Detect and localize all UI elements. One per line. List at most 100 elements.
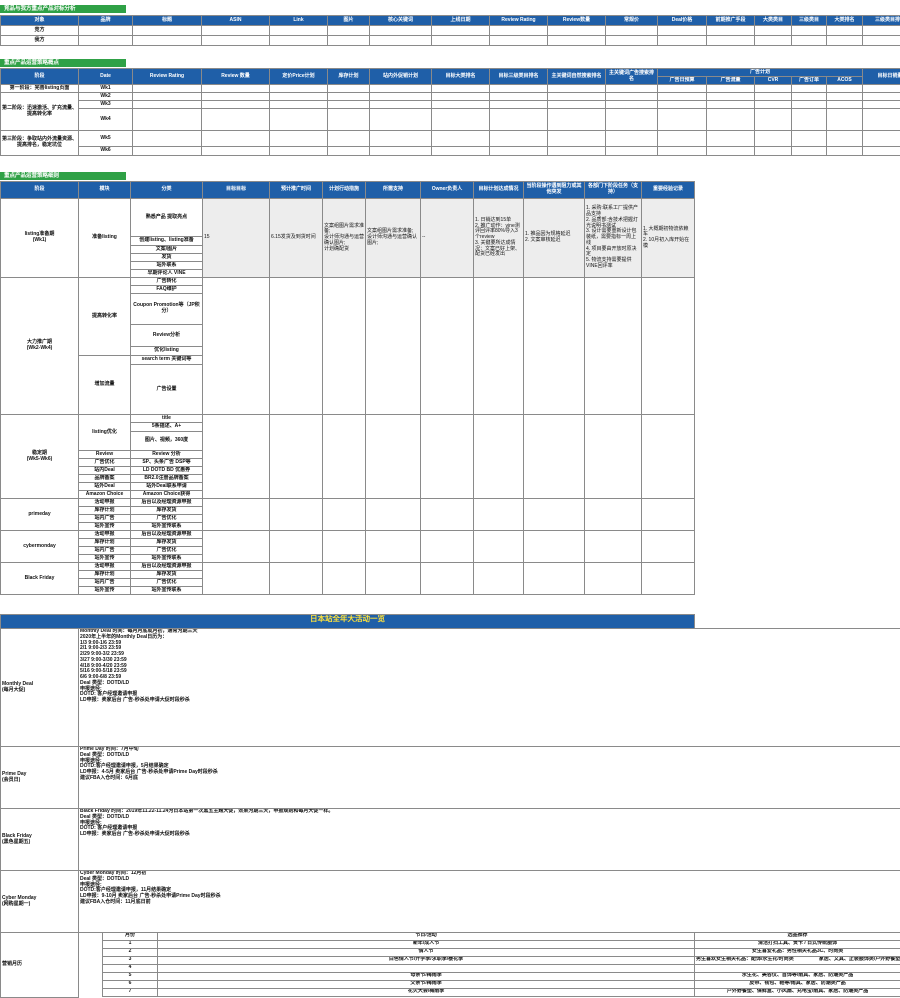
strategy-details-table: 阶段 模块 分类 目标目标 预计推广时间 计划行动措施 所需支持 Owner负责… (0, 181, 695, 595)
module-cell: 增加流量 (79, 356, 131, 415)
category-cell: search term 关键词等 (131, 356, 203, 365)
col-header: 主关键词自然搜索排名 (548, 69, 606, 85)
event-detail[interactable]: Monthly Deal 时间：每月月底或月初，通常为期三天 2020年上半年的… (79, 629, 900, 747)
col-header: Review 数量 (202, 69, 270, 85)
calendar-row: 1新年/成人节清洁打扫工具、贺卡 / 日式传统服饰 (1, 941, 900, 949)
module-cell: 活动申报 (79, 563, 131, 571)
category-cell: Amazon Choice获得 (131, 491, 203, 499)
week-cell: Wk4 (79, 109, 133, 131)
event-label: Monthly Deal (每月大促) (1, 629, 79, 747)
col-header-ad-plan: 广告计划 (658, 69, 863, 77)
col-header: 重要经验记录 (642, 182, 695, 199)
module-cell: 站外Deal (79, 483, 131, 491)
week-cell: Wk1 (79, 85, 133, 93)
col-header: 常规价 (606, 16, 658, 26)
category-cell: BR2.0注册品牌备案 (131, 475, 203, 483)
col-header: 品牌 (79, 16, 133, 26)
col-header: 目标日销量 (863, 69, 900, 85)
col-header: Review Rating (490, 16, 548, 26)
category-cell: 站外宣传联系 (131, 523, 203, 531)
section1-tab[interactable]: 竞品与我方重点产品对标分析 (0, 5, 126, 13)
category-cell: 后台以及经理资源申报 (131, 531, 203, 539)
col-header: 目标计划达成情况 (474, 182, 524, 199)
event-cell: cybermonday (1, 531, 79, 563)
month-cell: 2 (103, 949, 158, 957)
category-cell: title (131, 415, 203, 423)
phase-cell: listing准备期 (Wk1) (1, 199, 79, 278)
owner-cell[interactable]: -- (421, 199, 474, 278)
sub-header: 广告订单 (792, 77, 827, 85)
holiday-cell: 白色情人节/开学季/求职季/樱花季 (158, 957, 695, 965)
col-header: Link (270, 16, 328, 26)
event-label: Prime Day (会员日) (1, 747, 79, 809)
event-detail[interactable]: Black Friday 时间：2019年11.22-11.24为日本站第一次黑… (79, 809, 900, 871)
event-detail[interactable]: Cyber Monday 时间：12月初 Deal 类型：DOTD/LD 申报途… (79, 871, 900, 933)
module-cell: 活动申报 (79, 499, 131, 507)
sub-header: ACOS (827, 77, 863, 85)
category-cell: 5条描述、A+ (131, 423, 203, 432)
next-task-cell[interactable]: 1. 采购:联系工厂提供产品支持 2. 品质部:含技术把握灯光说明书测试 3. … (585, 199, 642, 278)
category-cell: 广告优化 (131, 515, 203, 523)
category-cell: Coupon Promotion等（JP积分） (131, 294, 203, 325)
month-cell: 4 (103, 965, 158, 973)
calendar-row: 6父亲节/梅雨季皮带、钱包、鞋等/雨具、家居、防潮类产品 (1, 981, 900, 989)
week-cell: Wk3 (79, 101, 133, 109)
category-cell: 后台以及经理资源申报 (131, 563, 203, 571)
category-cell: Review 分析 (131, 451, 203, 459)
action-cell[interactable]: 文案组图片需求准备; 设计师沟通与运营确认图片; 计划确配货 (323, 199, 366, 278)
event-detail[interactable]: Prime Day 时间：7月中旬 Deal 类型：DOTD/LD 申报途径: … (79, 747, 900, 809)
product-cell: 男生喜欢女生相关礼品：配饰/永生花/时尚类 家居、文具、正装服饰类/户外野餐垫、… (695, 957, 900, 965)
section2-tab[interactable]: 重点产品运营策略概点 (0, 59, 126, 67)
category-cell: 库存发货 (131, 539, 203, 547)
module-cell: Review (79, 451, 131, 459)
event-label: Black Friday (黑色星期五) (1, 809, 79, 871)
category-cell: LD DOTD BD 优惠券 (131, 467, 203, 475)
cal-header: 节日/活动 (158, 933, 695, 941)
event-label: Cyber Monday (网购星期一) (1, 871, 79, 933)
month-cell: 7 (103, 989, 158, 997)
section3-tab[interactable]: 重点产品运营策略细则 (0, 172, 126, 180)
sub-header: 广告流量 (707, 77, 755, 85)
col-header: 当阶段操作遇到阻力或其他突发 (524, 182, 585, 199)
module-cell: 站外宣传 (79, 587, 131, 595)
time-cell[interactable]: 6.15发货及到货时间 (270, 199, 323, 278)
module-cell: 站内广告 (79, 579, 131, 587)
col-header: 预计推广时间 (270, 182, 323, 199)
target-cell[interactable]: 15 (203, 199, 270, 278)
month-cell: 6 (103, 981, 158, 989)
category-cell: 优化listing (131, 347, 203, 356)
category-cell: 发货 (131, 254, 203, 262)
col-header: 对象 (1, 16, 79, 26)
stage-cell: 第一阶段：完善listing页面 (1, 85, 79, 93)
col-header: 前期推广手段 (707, 16, 755, 26)
category-cell: 广告转化 (131, 278, 203, 286)
module-cell: 库存计划 (79, 539, 131, 547)
obstacle-cell[interactable]: 1. 推品因为规格延迟 2. 文案审核延迟 (524, 199, 585, 278)
product-cell: 永生花、美容仪、首饰等/雨具、家居、防潮类产品 (695, 973, 900, 981)
holiday-cell: 母亲节/梅雨季 (158, 973, 695, 981)
object-cell: 竞方 (1, 26, 79, 36)
holiday-cell: 新年/成人节 (158, 941, 695, 949)
col-header: Review数量 (548, 16, 606, 26)
calendar-row: 5母亲节/梅雨季永生花、美容仪、首饰等/雨具、家居、防潮类产品 (1, 973, 900, 981)
calendar-row: 2情人节女生喜爱礼品：男性相关礼品3C、时尚类 (1, 949, 900, 957)
sub-header: CVR (755, 77, 792, 85)
week-cell: Wk2 (79, 93, 133, 101)
phase-cell: 大力推广期 (Wk2-Wk4) (1, 278, 79, 415)
support-cell[interactable]: 文案组图片需求准备; 设计师沟通与运营确认图片; (366, 199, 421, 278)
category-cell: 站外Deal联系申请 (131, 483, 203, 491)
category-cell: 广告设置 (131, 365, 203, 415)
col-header: 目标目标 (203, 182, 270, 199)
col-header: 图片 (328, 16, 370, 26)
col-header: 阶段 (1, 69, 79, 85)
table-row: 我方 (1, 36, 900, 46)
phase-cell: 稳定期 (Wk5-Wk6) (1, 415, 79, 499)
calendar-row: 4 (1, 965, 900, 973)
col-header: 模块 (79, 182, 131, 199)
col-header: 大类排名 (827, 16, 863, 26)
module-cell: 站外宣传 (79, 555, 131, 563)
module-cell: 站内广告 (79, 547, 131, 555)
product-cell: 清洁打扫工具、贺卡 / 日式传统服饰 (695, 941, 900, 949)
experience-cell[interactable]: 1. 大概期初物流依赖车 2. 10月初入库开始在模 (642, 199, 695, 278)
progress-cell[interactable]: 1. 日销达到15单 2. 推广动作：vine测评回评率80%导入3个revie… (474, 199, 524, 278)
